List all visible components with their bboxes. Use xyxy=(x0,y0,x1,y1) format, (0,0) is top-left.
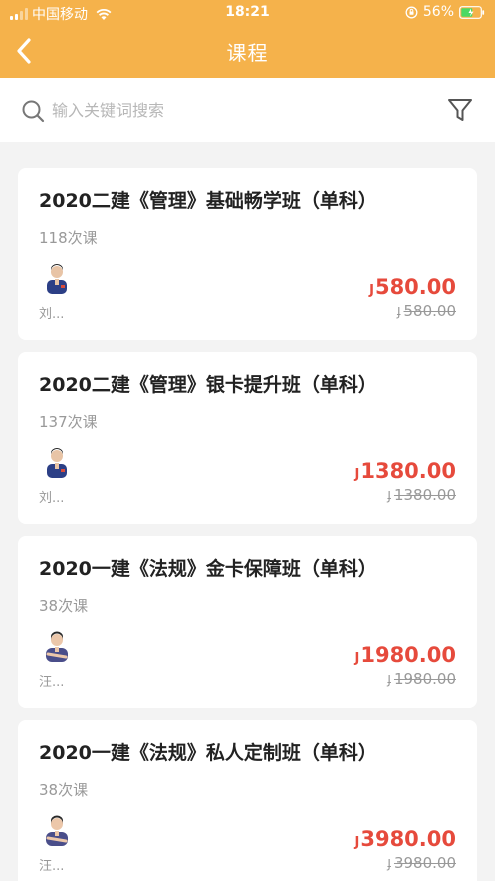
status-bar: 中国移动 18:21 56% xyxy=(0,0,495,26)
lesson-count: 118次课 xyxy=(39,229,98,247)
price: J580.00 xyxy=(369,275,456,299)
status-right: 56% xyxy=(405,4,485,20)
orientation-lock-icon xyxy=(405,6,418,18)
currency-symbol: J xyxy=(396,305,401,319)
course-card[interactable]: 2020二建《管理》基础畅学班（单科） 118次课 刘... J580.00 J… xyxy=(18,168,477,340)
lesson-count: 38次课 xyxy=(39,781,89,799)
course-title: 2020一建《法规》私人定制班（单科） xyxy=(39,742,377,764)
original-price: J 3980.00 xyxy=(387,854,456,872)
original-price: J 1980.00 xyxy=(387,670,456,688)
nav-bar: 课程 xyxy=(0,26,495,76)
teacher-name: 汪... xyxy=(39,859,65,874)
currency-symbol: J xyxy=(387,489,391,503)
currency-symbol: J xyxy=(354,835,360,850)
teacher-avatar xyxy=(46,631,68,662)
teacher-name: 刘... xyxy=(39,491,65,506)
course-title: 2020二建《管理》基础畅学班（单科） xyxy=(39,190,377,212)
original-price: J 580.00 xyxy=(397,302,456,320)
teacher-avatar xyxy=(46,815,68,846)
app-screen: 中国移动 18:21 56% 课程 输入关键词搜索 2020二建《管理》基础畅学… xyxy=(0,0,495,881)
course-title: 2020一建《法规》金卡保障班（单科） xyxy=(39,558,377,580)
currency-symbol: J xyxy=(369,283,374,298)
teacher-name: 汪... xyxy=(39,675,65,690)
original-price-value: 1980.00 xyxy=(393,670,456,688)
course-title: 2020二建《管理》银卡提升班（单科） xyxy=(39,374,377,396)
currency-symbol: J xyxy=(354,467,360,482)
price-value: 1380.00 xyxy=(360,459,456,483)
original-price: J 1380.00 xyxy=(387,486,456,504)
price-value: 580.00 xyxy=(374,275,456,299)
price: J1980.00 xyxy=(355,643,457,667)
lesson-count: 38次课 xyxy=(39,597,89,615)
original-price-value: 3980.00 xyxy=(393,854,456,872)
teacher-avatar xyxy=(47,264,67,294)
lesson-count: 137次课 xyxy=(39,413,98,431)
filter-button[interactable] xyxy=(444,94,476,126)
search-input[interactable] xyxy=(52,95,412,125)
filter-icon xyxy=(448,99,472,121)
original-price-value: 1380.00 xyxy=(393,486,456,504)
price: J1380.00 xyxy=(355,459,457,483)
battery-percent: 56% xyxy=(422,4,454,20)
course-card[interactable]: 2020一建《法规》私人定制班（单科） 38次课 汪... J3980.00 J… xyxy=(18,720,477,881)
price-value: 3980.00 xyxy=(360,827,456,851)
currency-symbol: J xyxy=(387,857,391,871)
course-card[interactable]: 2020二建《管理》银卡提升班（单科） 137次课 刘... J1380.00 … xyxy=(18,352,477,524)
teacher-name: 刘... xyxy=(39,307,65,322)
course-card[interactable]: 2020一建《法规》金卡保障班（单科） 38次课 汪... J1980.00 J… xyxy=(18,536,477,708)
search-icon xyxy=(22,100,45,123)
original-price-value: 580.00 xyxy=(403,302,457,320)
price-value: 1980.00 xyxy=(360,643,456,667)
currency-symbol: J xyxy=(354,651,360,666)
header: 中国移动 18:21 56% 课程 xyxy=(0,0,495,78)
search-bar xyxy=(0,78,495,142)
page-title: 课程 xyxy=(226,41,269,65)
course-list: 2020二建《管理》基础畅学班（单科） 118次课 刘... J580.00 J… xyxy=(18,168,477,881)
teacher-avatar xyxy=(47,448,67,478)
price: J3980.00 xyxy=(355,827,457,851)
battery-icon xyxy=(459,5,485,19)
currency-symbol: J xyxy=(387,673,391,687)
